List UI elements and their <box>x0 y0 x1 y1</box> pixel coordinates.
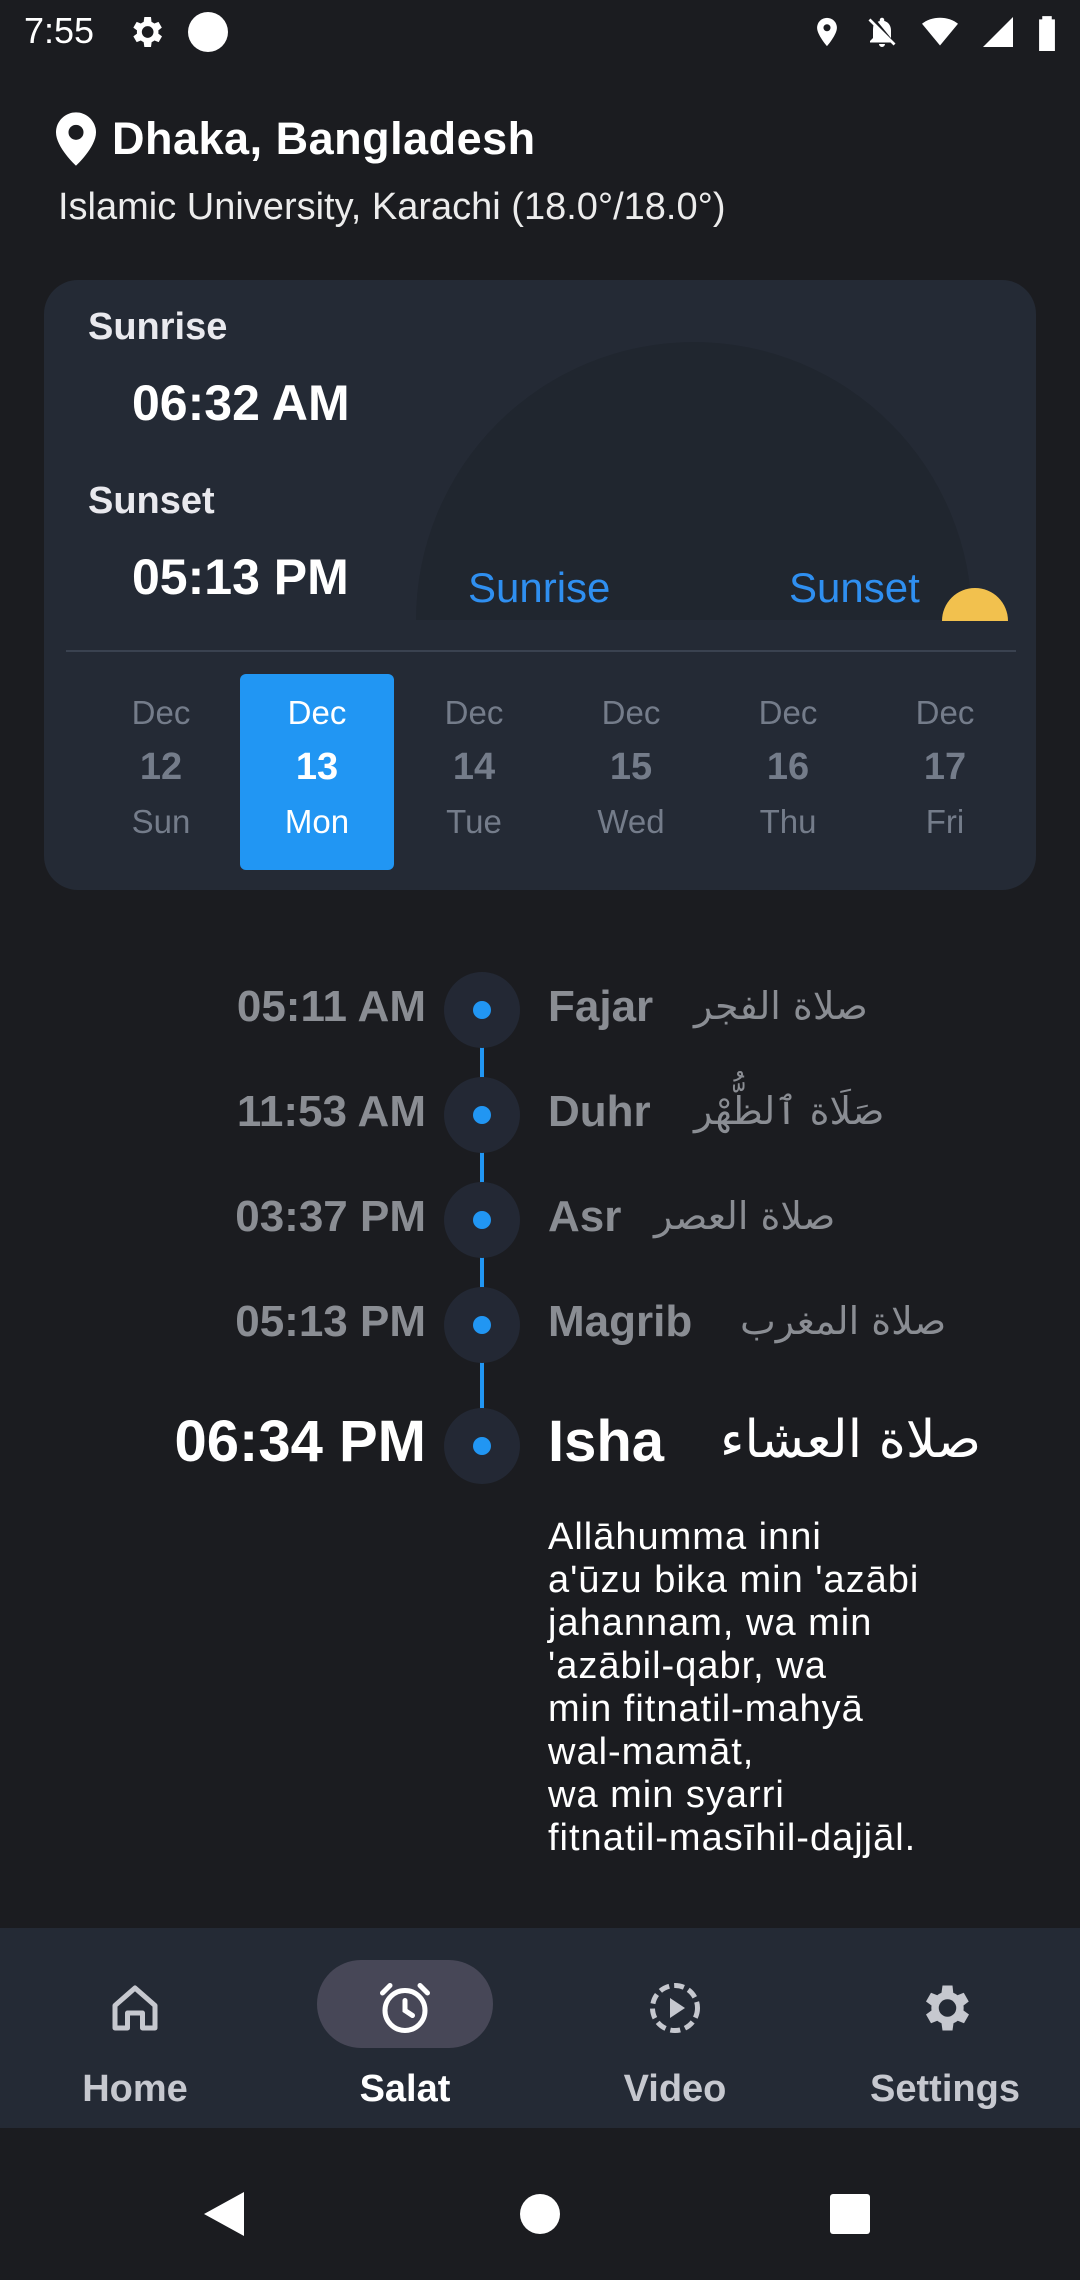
circle-icon <box>188 12 228 52</box>
day-number: 17 <box>923 746 967 788</box>
sunset-label: Sunset <box>88 480 215 522</box>
prayer-name: Duhr <box>548 1087 651 1136</box>
day-item[interactable]: Dec 12 Sun <box>84 674 238 870</box>
home-icon <box>112 1985 158 2031</box>
prayer-time: 03:37 PM <box>235 1192 426 1241</box>
location-icon <box>817 17 837 47</box>
day-number: 13 <box>295 746 339 788</box>
day-number: 15 <box>609 746 653 788</box>
back-icon[interactable] <box>204 2192 244 2236</box>
nav-home[interactable]: Home <box>0 1928 270 2128</box>
day-item[interactable]: Dec 14 Tue <box>397 674 551 870</box>
location-header[interactable]: Dhaka, Bangladesh <box>56 112 536 166</box>
prayer-name: Fajar <box>548 982 654 1031</box>
nav-video[interactable]: Video <box>540 1928 810 2128</box>
battery-icon <box>1039 16 1055 51</box>
day-weekday: Tue <box>446 803 502 840</box>
arc-sunrise-label: Sunrise <box>468 564 611 611</box>
day-month: Dec <box>915 694 975 731</box>
prayer-time: 11:53 AM <box>236 1087 426 1136</box>
recents-button[interactable] <box>830 2194 870 2234</box>
prayer-time: 05:11 AM <box>236 982 426 1031</box>
home-button[interactable] <box>520 2194 560 2234</box>
status-time: 7:55 <box>24 10 95 51</box>
day-month: Dec <box>444 694 504 731</box>
day-month: Dec <box>758 694 818 731</box>
prayer-arabic: صلاة العصر <box>654 1194 836 1238</box>
nav-label: Home <box>82 2068 188 2110</box>
nav-label: Video <box>623 2068 727 2110</box>
location-city: Dhaka, Bangladesh <box>112 113 536 164</box>
nav-settings[interactable]: Settings <box>810 1928 1080 2128</box>
day-weekday: Wed <box>597 803 665 840</box>
nav-label: Salat <box>359 2068 451 2110</box>
timeline-dot <box>473 1001 491 1019</box>
status-bar: 7:55 <box>0 0 1080 64</box>
day-number: 16 <box>766 746 810 788</box>
prayer-name: Magrib <box>548 1297 693 1346</box>
date-selector: Dec 12 Sun Dec 13 Mon Dec 14 Tue Dec 15 … <box>84 674 1024 870</box>
prayer-name: Asr <box>548 1192 622 1241</box>
nav-label: Settings <box>870 2068 1020 2110</box>
wifi-icon <box>922 17 958 46</box>
sunrise-label: Sunrise <box>88 306 228 348</box>
calculation-method: Islamic University, Karachi (18.0°/18.0°… <box>58 186 726 228</box>
prayer-name: Isha <box>548 1409 665 1474</box>
day-month: Dec <box>131 694 191 731</box>
day-item[interactable]: Dec 15 Wed <box>554 674 708 870</box>
gear-icon <box>133 17 162 47</box>
prayer-time: 05:13 PM <box>235 1297 426 1346</box>
prayer-arabic: صلاة المغرب <box>740 1299 947 1343</box>
location-pin-icon <box>56 112 96 166</box>
prayer-arabic: صَلَاة ٱلظُّهْر <box>694 1089 885 1133</box>
day-weekday: Fri <box>925 803 965 840</box>
sunrise-time: 06:32 AM <box>132 375 350 431</box>
dua-text: Allāhumma inni a'ūzu bika min 'azābi jah… <box>548 1516 920 1859</box>
timeline-dot <box>473 1316 491 1334</box>
sun-card: Sunrise 06:32 AM Sunset 05:13 PM Sunrise… <box>44 280 1036 890</box>
timeline-dot <box>473 1437 491 1455</box>
nav-salat[interactable]: Salat <box>270 1928 540 2128</box>
day-number: 12 <box>139 746 183 788</box>
alarm-clock-icon <box>380 1983 430 2033</box>
prayer-arabic: صلاة الفجر <box>694 984 868 1028</box>
arc-sunset-label: Sunset <box>789 564 920 611</box>
notifications-off-icon <box>868 17 896 47</box>
gear-icon <box>926 1985 969 2031</box>
day-month: Dec <box>601 694 661 731</box>
prayer-arabic: صلاة العشاء <box>720 1410 982 1470</box>
day-weekday: Mon <box>284 803 350 840</box>
divider <box>66 650 1016 652</box>
signal-icon <box>983 17 1013 47</box>
day-item[interactable]: Dec 17 Fri <box>868 674 1022 870</box>
day-weekday: Thu <box>759 803 817 840</box>
timeline-dot <box>473 1211 491 1229</box>
day-number: 14 <box>452 746 496 788</box>
day-weekday: Sun <box>131 803 191 840</box>
play-circle-icon <box>650 1983 700 2033</box>
prayer-time: 06:34 PM <box>174 1409 426 1474</box>
bottom-navigation: Home Salat Video Settings <box>0 1928 1080 2128</box>
day-item-selected[interactable]: Dec 13 Mon <box>240 674 394 870</box>
day-month: Dec <box>287 694 347 731</box>
timeline-dot <box>473 1106 491 1124</box>
sunset-time: 05:13 PM <box>132 549 349 605</box>
day-item[interactable]: Dec 16 Thu <box>711 674 865 870</box>
